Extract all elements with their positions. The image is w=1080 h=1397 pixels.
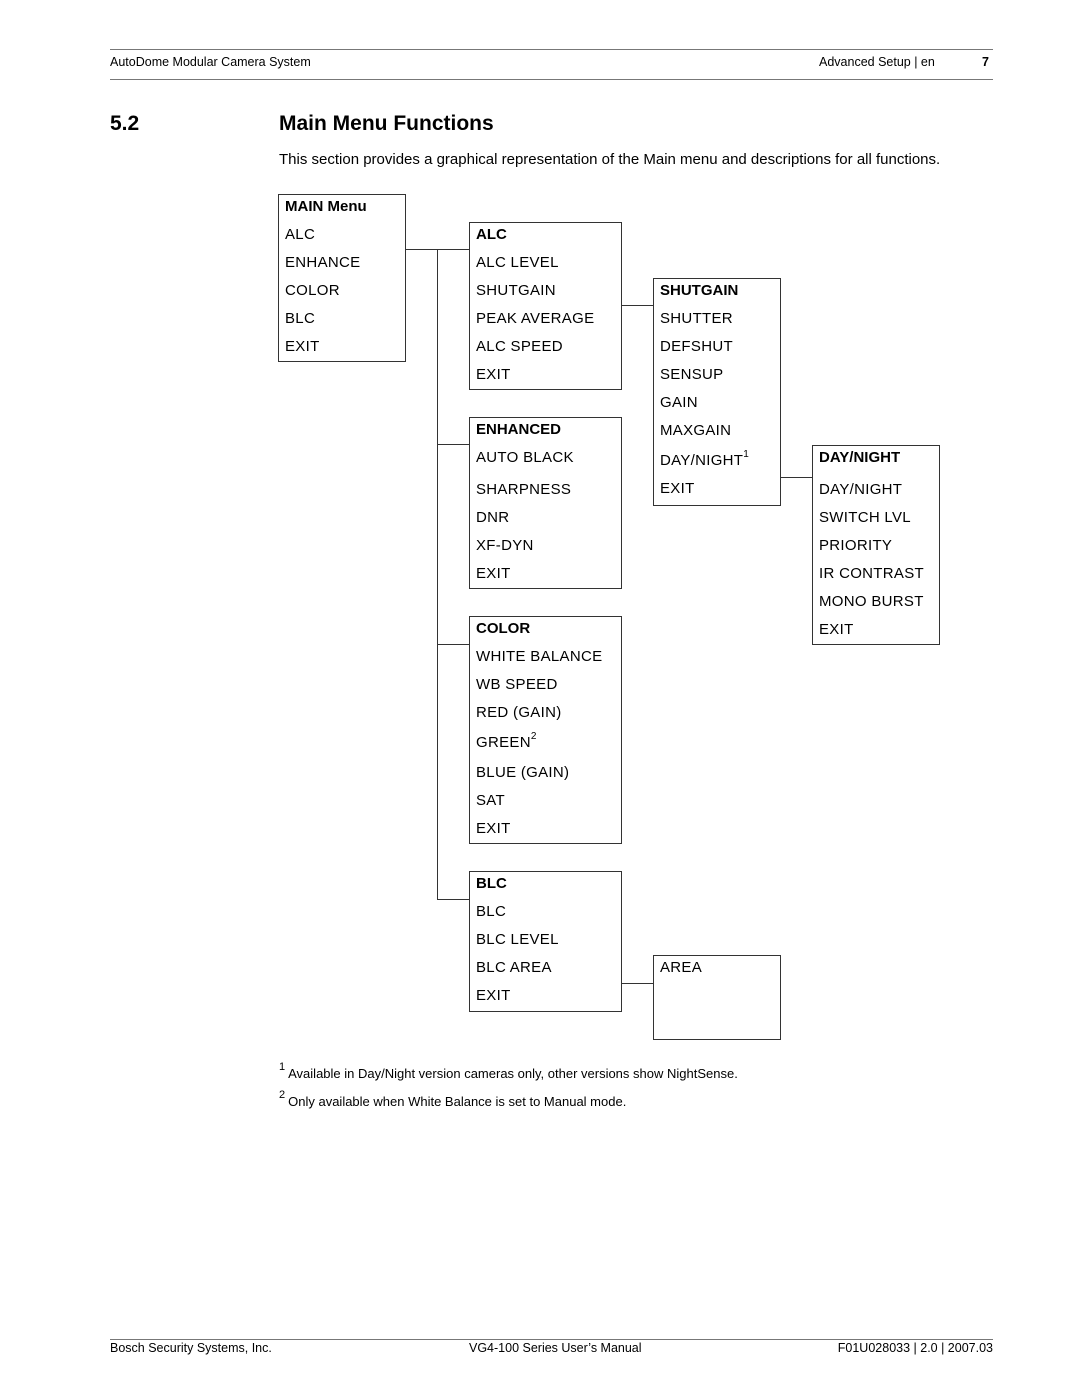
- menu-item: ALC: [285, 226, 316, 243]
- menu-item: ALC LEVEL: [476, 254, 559, 271]
- connector-shutgain-to-daynight: [780, 477, 812, 478]
- menu-box-shutgain: SHUTGAIN SHUTTER DEFSHUT SENSUP GAIN MAX…: [653, 278, 781, 506]
- menu-item: SHUTTER: [660, 310, 733, 327]
- menu-box-blc: BLC BLC BLC LEVEL BLC AREA EXIT: [469, 871, 622, 1012]
- menu-box-main: MAIN Menu ALC ENHANCE COLOR BLC EXIT: [278, 194, 406, 362]
- menu-item: EXIT: [476, 820, 511, 837]
- menu-item: EXIT: [476, 366, 511, 383]
- menu-item: GAIN: [660, 394, 698, 411]
- menu-item: AUTO BLACK: [476, 449, 574, 466]
- footnote-1: 1 Available in Day/Night version cameras …: [279, 1061, 738, 1081]
- connector-alc-to-shutgain: [621, 305, 653, 306]
- menu-item: EXIT: [476, 565, 511, 582]
- footnote-marker: 1: [279, 1061, 286, 1073]
- menu-title: BLC: [476, 875, 507, 892]
- menu-item-label: DAY/NIGHT: [660, 452, 744, 469]
- menu-item: BLUE (GAIN): [476, 764, 570, 781]
- connector-trunk-to-enhanced: [437, 444, 469, 445]
- menu-item-with-footnote: GREEN2: [476, 731, 537, 751]
- menu-item: SAT: [476, 792, 505, 809]
- menu-item: ENHANCE: [285, 254, 361, 271]
- footnote-2: 2 Only available when White Balance is se…: [279, 1089, 627, 1109]
- menu-title: ALC: [476, 226, 507, 243]
- menu-title: DAY/NIGHT: [819, 449, 901, 466]
- header-section: Advanced Setup | en: [819, 55, 935, 69]
- footnote-marker: 2: [279, 1089, 286, 1101]
- connector-trunk-to-color: [437, 644, 469, 645]
- footer-company: Bosch Security Systems, Inc.: [110, 1341, 272, 1355]
- menu-item: SHARPNESS: [476, 481, 572, 498]
- header-rule-top: [110, 49, 993, 50]
- section-number: 5.2: [110, 112, 140, 135]
- menu-item: RED (GAIN): [476, 704, 562, 721]
- menu-item: BLC: [476, 903, 507, 920]
- menu-item: BLC LEVEL: [476, 931, 559, 948]
- menu-item: WB SPEED: [476, 676, 558, 693]
- menu-item-label: GREEN: [476, 734, 531, 751]
- menu-item: SHUTGAIN: [476, 282, 556, 299]
- menu-title: COLOR: [476, 620, 531, 637]
- menu-item: ALC SPEED: [476, 338, 563, 355]
- header-page-number: 7: [982, 55, 989, 69]
- menu-box-enhanced: ENHANCED AUTO BLACK SHARPNESS DNR XF-DYN…: [469, 417, 622, 589]
- menu-item: EXIT: [660, 480, 695, 497]
- section-title: Main Menu Functions: [279, 112, 494, 135]
- footnote-marker: 2: [530, 731, 537, 742]
- menu-item: EXIT: [476, 987, 511, 1004]
- header-rule-bottom: [110, 79, 993, 80]
- menu-item: DAY/NIGHT: [819, 481, 903, 498]
- menu-item: BLC: [285, 310, 316, 327]
- menu-item: AREA: [660, 959, 703, 976]
- menu-title: ENHANCED: [476, 421, 562, 438]
- menu-item: EXIT: [819, 621, 854, 638]
- footnote-text: Available in Day/Night version cameras o…: [288, 1066, 738, 1081]
- menu-item: COLOR: [285, 282, 340, 299]
- footer-doc-id: F01U028033 | 2.0 | 2007.03: [837, 1341, 993, 1355]
- menu-item: SENSUP: [660, 366, 724, 383]
- menu-title: SHUTGAIN: [660, 282, 739, 299]
- connector-trunk: [437, 249, 438, 900]
- footnote-marker: 1: [743, 449, 750, 460]
- menu-item: PEAK AVERAGE: [476, 310, 595, 327]
- menu-item: WHITE BALANCE: [476, 648, 603, 665]
- menu-item: PRIORITY: [819, 537, 893, 554]
- footer-rule: [110, 1339, 993, 1340]
- menu-item: DNR: [476, 509, 510, 526]
- menu-box-alc: ALC ALC LEVEL SHUTGAIN PEAK AVERAGE ALC …: [469, 222, 622, 390]
- menu-item: EXIT: [285, 338, 320, 355]
- menu-box-daynight: DAY/NIGHT DAY/NIGHT SWITCH LVL PRIORITY …: [812, 445, 940, 645]
- menu-item: BLC AREA: [476, 959, 552, 976]
- menu-item: SWITCH LVL: [819, 509, 911, 526]
- menu-item: IR CONTRAST: [819, 565, 924, 582]
- menu-box-color: COLOR WHITE BALANCE WB SPEED RED (GAIN) …: [469, 616, 622, 844]
- menu-item: MAXGAIN: [660, 422, 732, 439]
- menu-item-with-footnote: DAY/NIGHT1: [660, 449, 750, 469]
- menu-item: MONO BURST: [819, 593, 924, 610]
- header-doc-title: AutoDome Modular Camera System: [110, 55, 311, 69]
- menu-title: MAIN Menu: [285, 198, 367, 215]
- footer-manual-title: VG4-100 Series User’s Manual: [469, 1341, 642, 1355]
- connector-blc-to-area: [621, 983, 653, 984]
- menu-item: DEFSHUT: [660, 338, 733, 355]
- menu-box-area: AREA: [653, 955, 781, 1040]
- connector-trunk-to-blc: [437, 899, 469, 900]
- footnote-text: Only available when White Balance is set…: [288, 1094, 627, 1109]
- section-intro: This section provides a graphical repres…: [279, 151, 941, 168]
- menu-item: XF-DYN: [476, 537, 534, 554]
